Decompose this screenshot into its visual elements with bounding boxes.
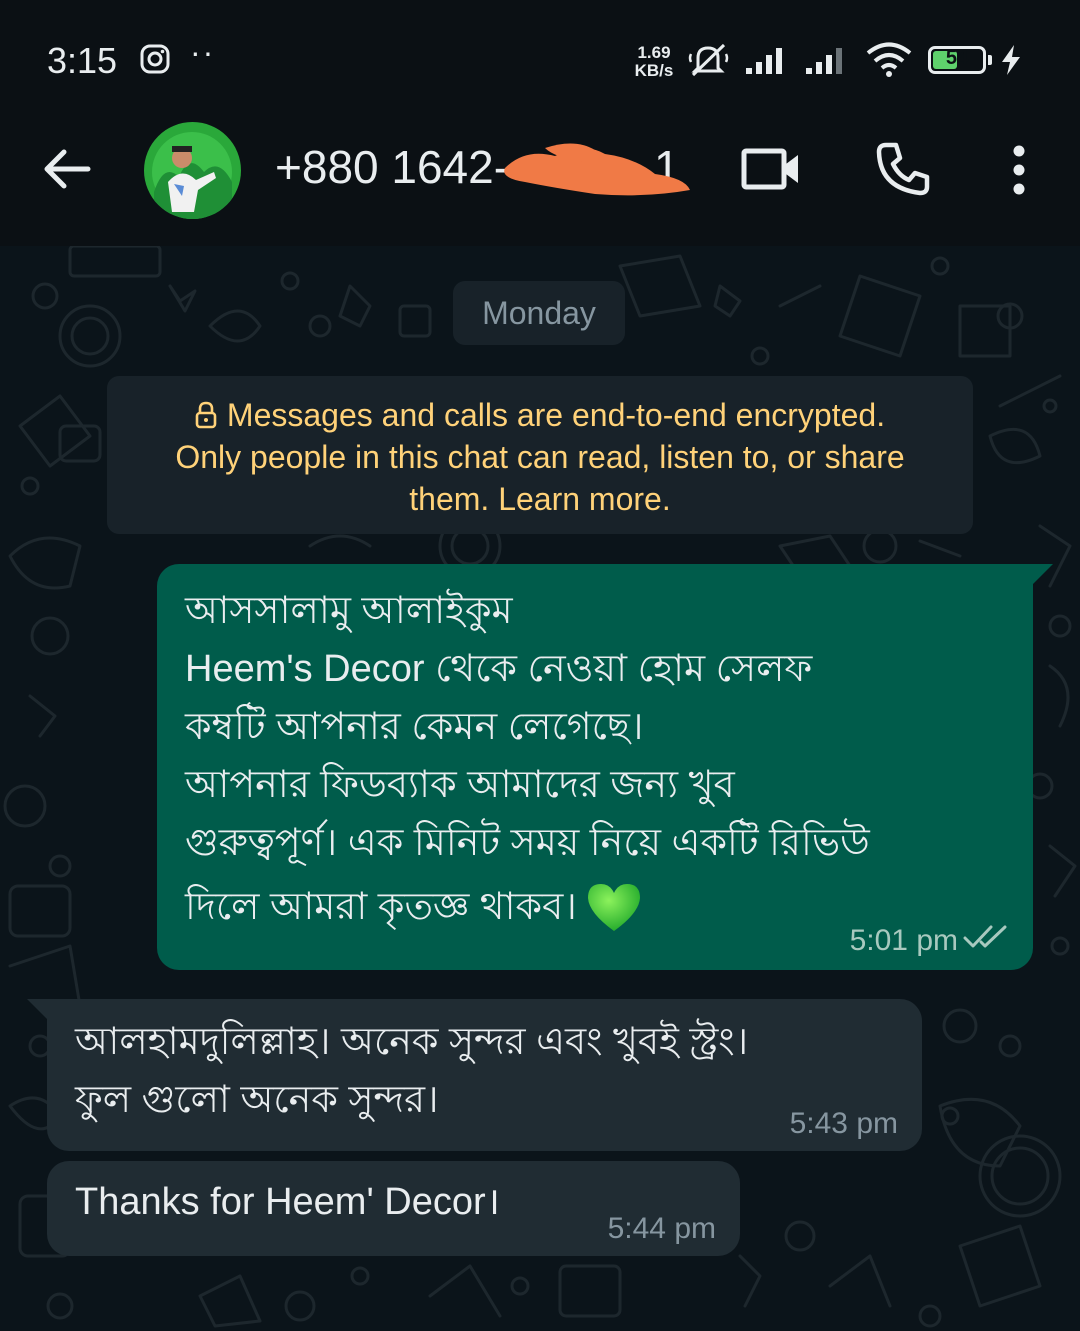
message-time: 5:01 pm: [849, 924, 958, 957]
network-speed: 1.69 KB/s: [630, 44, 678, 80]
charging-icon: [1002, 45, 1020, 75]
encryption-line-1: Messages and calls are end-to-end encryp…: [226, 397, 886, 433]
contact-number: +880 1642-: [275, 141, 510, 193]
notification-dots-icon: ··: [190, 34, 216, 70]
voice-call-icon[interactable]: [874, 140, 932, 198]
double-check-icon: [963, 925, 1007, 948]
mute-icon: [688, 43, 729, 77]
message-line: ফুল গুলো অনেক সুন্দর।: [75, 1079, 439, 1121]
encryption-line-2: Only people in this chat can read, liste…: [175, 439, 905, 475]
chat-header: +880 1642- 1: [0, 120, 1080, 246]
signal-icon: [746, 48, 782, 74]
message-line: দিলে আমরা কৃতজ্ঞ থাকব।: [185, 886, 577, 928]
avatar[interactable]: [144, 122, 241, 219]
bubble-tail: [1031, 564, 1053, 586]
message-bubble-incoming[interactable]: আলহামদুলিল্লাহ। অনেক সুন্দর এবং খুবই স্ট…: [47, 999, 922, 1151]
lock-icon: [195, 401, 217, 429]
message-line: গুরুত্বপূর্ণ। এক মিনিট সময় নিয়ে একটি র…: [185, 822, 870, 864]
wifi-icon: [866, 42, 912, 77]
message-line: আসসালামু আলাইকুম: [185, 590, 513, 632]
message-text: আলহামদুলিল্লাহ। অনেক সুন্দর এবং খুবই স্ট…: [75, 1013, 748, 1129]
battery-tip: [988, 55, 992, 65]
message-bubble-incoming[interactable]: Thanks for Heem' Decor। 5:44 pm: [47, 1161, 740, 1256]
date-separator: Monday: [453, 281, 625, 345]
back-arrow-icon[interactable]: [40, 142, 94, 196]
battery-level: 54: [945, 47, 969, 69]
message-line: কম্বটি আপনার কেমন লেগেছে।: [185, 706, 644, 748]
message-bubble-outgoing[interactable]: আসসালামু আলাইকুম Heem's Decor থেকে নেওয়…: [157, 564, 1033, 970]
video-call-icon[interactable]: [740, 144, 802, 194]
chat-area[interactable]: Monday Messages and calls are end-to-end…: [0, 246, 1080, 1331]
battery-icon: 54: [928, 46, 986, 74]
message-line: Thanks for Heem' Decor।: [75, 1181, 501, 1223]
more-options-icon[interactable]: [1004, 144, 1034, 196]
signal-icon-2: [806, 48, 842, 74]
encryption-line-3[interactable]: them. Learn more.: [107, 478, 973, 520]
message-text: Thanks for Heem' Decor।: [75, 1173, 500, 1231]
message-time: 5:44 pm: [607, 1212, 716, 1245]
status-bar: 3:15 ·· 1.69 KB/s 54: [0, 0, 1080, 120]
network-speed-value: 1.69: [637, 43, 671, 62]
status-time: 3:15: [47, 40, 118, 81]
message-time: 5:43 pm: [789, 1107, 898, 1140]
encryption-notice[interactable]: Messages and calls are end-to-end encryp…: [107, 376, 973, 534]
bubble-tail: [27, 999, 49, 1021]
message-line: Heem's Decor থেকে নেওয়া হোম সেলফ: [185, 648, 813, 690]
redaction-scribble: [504, 143, 690, 196]
instagram-icon: [140, 44, 170, 74]
network-speed-unit: KB/s: [634, 61, 674, 80]
message-line: আলহামদুলিল্লাহ। অনেক সুন্দর এবং খুবই স্ট…: [75, 1021, 749, 1063]
message-line: আপনার ফিডব্যাক আমাদের জন্য খুব: [185, 764, 735, 806]
green-heart-icon: [587, 884, 640, 931]
message-text: আসসালামু আলাইকুম Heem's Decor থেকে নেওয়…: [185, 582, 870, 936]
